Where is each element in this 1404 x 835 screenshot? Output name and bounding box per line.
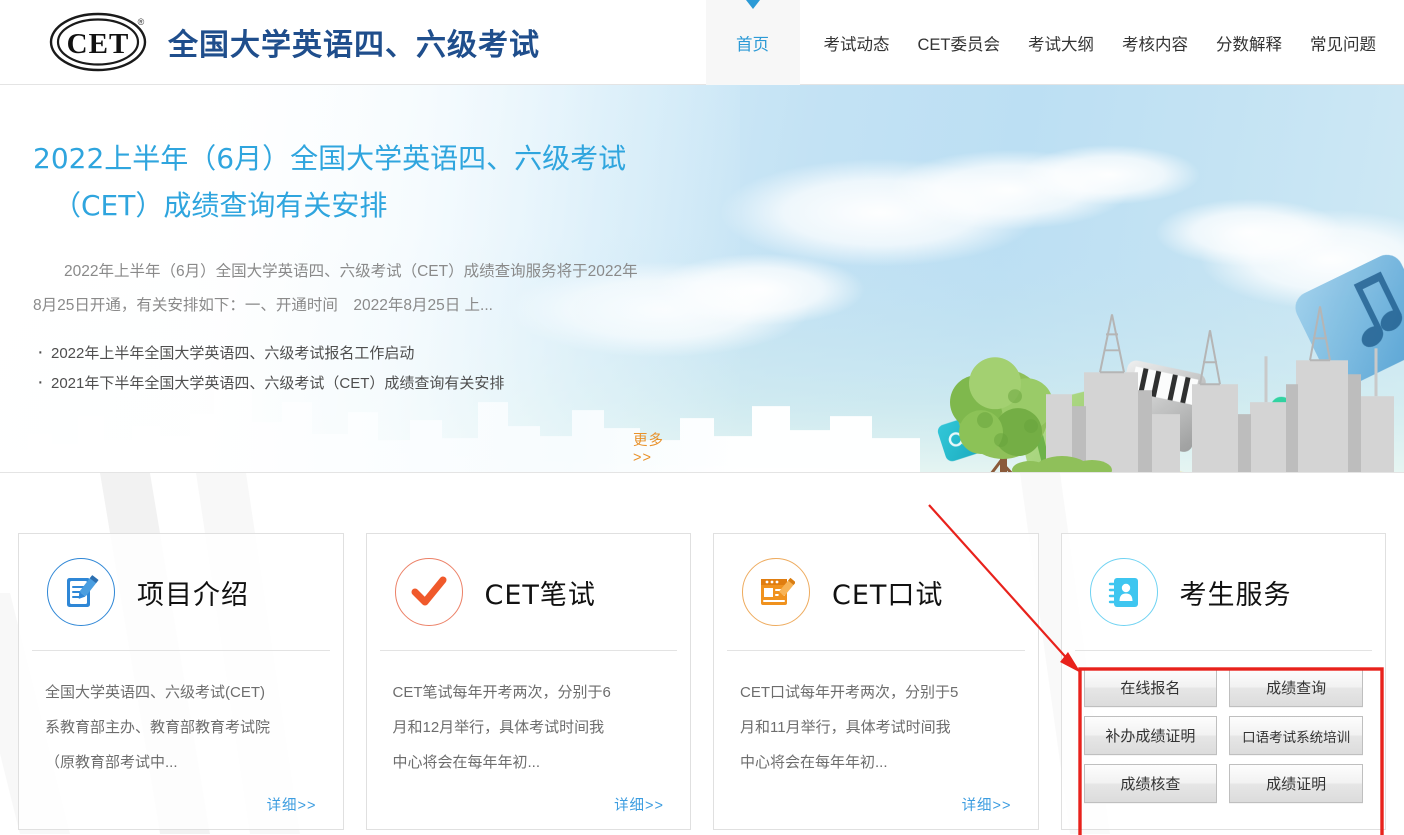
card-body-line: CET笔试每年开考两次，分别于6 <box>393 675 665 710</box>
document-pencil-icon <box>47 558 115 626</box>
svg-text:®: ® <box>138 17 145 27</box>
card-header: CET口试 <box>714 534 1038 650</box>
card-body-line: CET口试每年开考两次，分别于5 <box>740 675 1012 710</box>
banner-more-link[interactable]: 更多>> <box>633 429 673 466</box>
form-pencil-icon <box>742 558 810 626</box>
card-candidate-services[interactable]: 考生服务 在线报名 成绩查询 补办成绩证明 口语考试系统培训 成绩核查 成绩证明 <box>1061 533 1387 830</box>
card-body: 全国大学英语四、六级考试(CET) 系教育部主办、教育部教育考试院 （原教育部考… <box>19 651 343 780</box>
card-body-line: 全国大学英语四、六级考试(CET) <box>45 675 317 710</box>
service-button-online-registration[interactable]: 在线报名 <box>1084 668 1218 707</box>
banner-headline-line2: （CET）成绩查询有关安排 <box>33 182 673 229</box>
nav-item-score-explanation[interactable]: 分数解释 <box>1202 0 1296 85</box>
card-detail-link[interactable]: 详细>> <box>962 794 1012 815</box>
card-title: 考生服务 <box>1180 573 1292 612</box>
banner-description: 2022年上半年（6月）全国大学英语四、六级考试（CET）成绩查询服务将于202… <box>33 255 643 323</box>
nav-item-faq[interactable]: 常见问题 <box>1296 0 1404 85</box>
service-button-score-verification[interactable]: 成绩核查 <box>1084 764 1218 803</box>
banner-news-list: 2022年上半年全国大学英语四、六级考试报名工作启动 2021年下半年全国大学英… <box>33 339 673 399</box>
card-body: CET笔试每年开考两次，分别于6 月和12月举行，具体考试时间我 中心将会在每年… <box>367 651 691 780</box>
card-title: 项目介绍 <box>137 573 249 612</box>
card-header: 项目介绍 <box>19 534 343 650</box>
cet-logo: CET ® <box>48 11 152 73</box>
nav-item-assessment-content[interactable]: 考核内容 <box>1108 0 1202 85</box>
hero-banner: 2022上半年（6月）全国大学英语四、六级考试 （CET）成绩查询有关安排 20… <box>0 85 1404 473</box>
nav-item-home[interactable]: 首页 <box>706 0 800 85</box>
card-body: CET口试每年开考两次，分别于5 月和11月举行，具体考试时间我 中心将会在每年… <box>714 651 1038 780</box>
service-cards: 项目介绍 全国大学英语四、六级考试(CET) 系教育部主办、教育部教育考试院 （… <box>0 473 1404 830</box>
service-button-score-certificate[interactable]: 成绩证明 <box>1229 764 1363 803</box>
active-tab-arrow-icon <box>746 0 760 9</box>
card-body-line: 中心将会在每年年初... <box>740 745 1012 780</box>
banner-news-item-2[interactable]: 2021年下半年全国大学英语四、六级考试（CET）成绩查询有关安排 <box>33 369 673 399</box>
banner-news-item-1[interactable]: 2022年上半年全国大学英语四、六级考试报名工作启动 <box>33 339 673 369</box>
service-button-reissue-score-certificate[interactable]: 补办成绩证明 <box>1084 716 1218 755</box>
nav-item-cet-committee[interactable]: CET委员会 <box>904 0 1015 85</box>
banner-headline-line1: 2022上半年（6月）全国大学英语四、六级考试 <box>33 142 626 175</box>
card-cet-written-exam[interactable]: CET笔试 CET笔试每年开考两次，分别于6 月和12月举行，具体考试时间我 中… <box>366 533 692 830</box>
card-title: CET口试 <box>832 573 943 612</box>
service-button-score-query[interactable]: 成绩查询 <box>1229 668 1363 707</box>
card-body-line: 系教育部主办、教育部教育考试院 <box>45 710 317 745</box>
card-detail-link[interactable]: 详细>> <box>614 794 664 815</box>
candidate-service-buttons: 在线报名 成绩查询 补办成绩证明 口语考试系统培训 成绩核查 成绩证明 <box>1062 651 1386 803</box>
nav-item-exam-news[interactable]: 考试动态 <box>810 0 904 85</box>
banner-headline[interactable]: 2022上半年（6月）全国大学英语四、六级考试 （CET）成绩查询有关安排 <box>33 135 673 229</box>
brand-block[interactable]: CET ® 全国大学英语四、六级考试 <box>48 10 540 74</box>
service-button-oral-exam-system-training[interactable]: 口语考试系统培训 <box>1229 716 1363 755</box>
card-cet-oral-exam[interactable]: CET口试 CET口试每年开考两次，分别于5 月和11月举行，具体考试时间我 中… <box>713 533 1039 830</box>
card-body-line: 月和11月举行，具体考试时间我 <box>740 710 1012 745</box>
card-body-line: 月和12月举行，具体考试时间我 <box>393 710 665 745</box>
svg-text:CET: CET <box>67 28 130 60</box>
main-navigation: 首页 考试动态 CET委员会 考试大纲 考核内容 分数解释 常见问题 <box>706 0 1404 85</box>
site-header: CET ® 全国大学英语四、六级考试 首页 考试动态 CET委员会 考试大纲 考… <box>0 0 1404 85</box>
card-title: CET笔试 <box>485 573 596 612</box>
brand-title: 全国大学英语四、六级考试 <box>168 20 540 64</box>
checkmark-icon <box>395 558 463 626</box>
nav-item-syllabus[interactable]: 考试大纲 <box>1014 0 1108 85</box>
banner-content: 2022上半年（6月）全国大学英语四、六级考试 （CET）成绩查询有关安排 20… <box>33 135 673 467</box>
card-header: 考生服务 <box>1062 534 1386 650</box>
card-body-line: 中心将会在每年年初... <box>393 745 665 780</box>
nav-item-home-label: 首页 <box>736 31 769 55</box>
cards-region: 项目介绍 全国大学英语四、六级考试(CET) 系教育部主办、教育部教育考试院 （… <box>0 473 1404 834</box>
card-detail-link[interactable]: 详细>> <box>267 794 317 815</box>
card-header: CET笔试 <box>367 534 691 650</box>
card-project-intro[interactable]: 项目介绍 全国大学英语四、六级考试(CET) 系教育部主办、教育部教育考试院 （… <box>18 533 344 830</box>
card-body-line: （原教育部考试中... <box>45 745 317 780</box>
address-book-icon <box>1090 558 1158 626</box>
